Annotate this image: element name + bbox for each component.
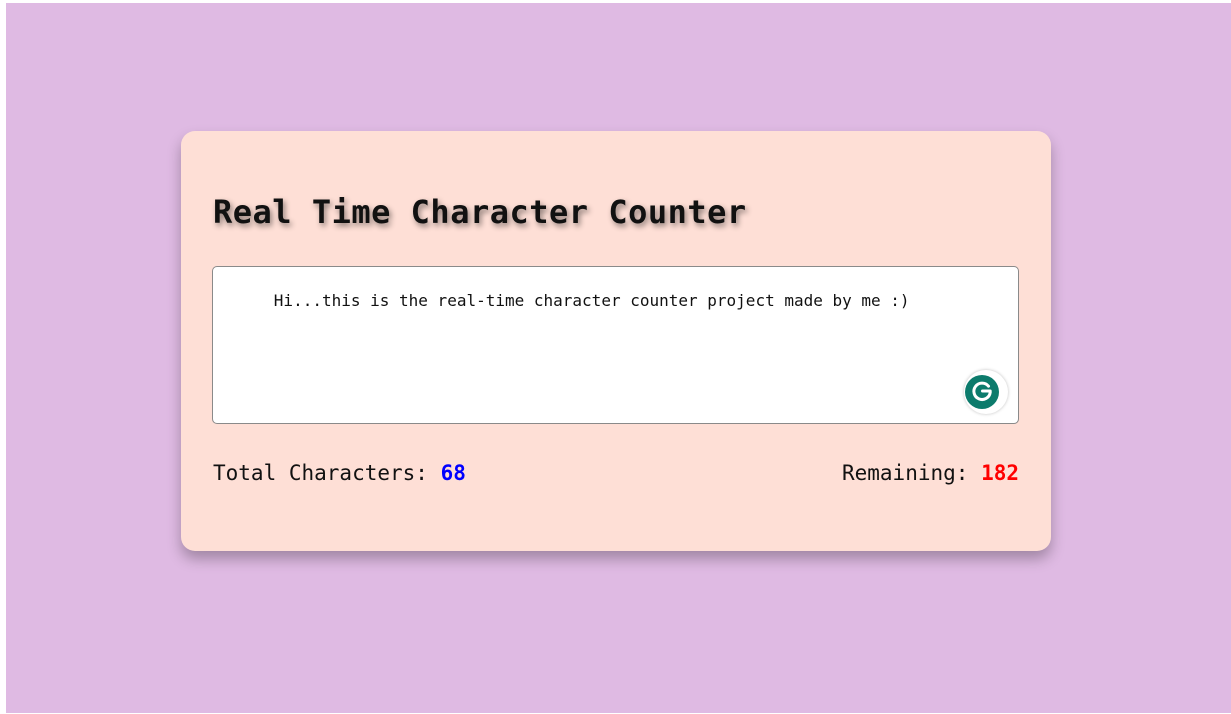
page-title: Real Time Character Counter (213, 193, 747, 231)
remaining-characters-stat: Remaining: 182 (842, 461, 1019, 485)
remaining-label: Remaining: (841, 461, 982, 485)
page-background: Real Time Character Counter Hi...this is… (6, 3, 1231, 713)
text-input-area[interactable]: Hi...this is the real-time character cou… (212, 266, 1019, 424)
text-input-value: Hi...this is the real-time character cou… (273, 291, 910, 310)
total-characters-stat: Total Characters: 68 (213, 461, 466, 485)
stats-row: Total Characters: 68 Remaining: 182 (213, 461, 1019, 491)
total-characters-label: Total Characters: (213, 461, 441, 485)
remaining-count: 182 (981, 461, 1019, 485)
counter-card: Real Time Character Counter Hi...this is… (181, 131, 1051, 551)
grammarly-g-icon (964, 334, 1008, 450)
grammarly-button[interactable] (964, 370, 1008, 414)
total-characters-count: 68 (440, 461, 466, 485)
